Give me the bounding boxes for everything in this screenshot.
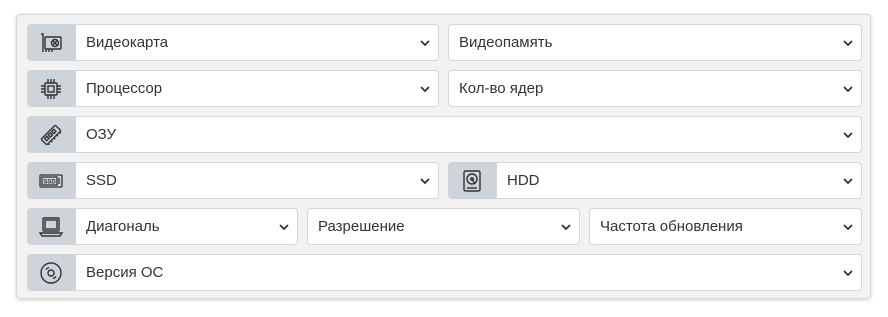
cores-select[interactable]: Кол-во ядер — [448, 70, 862, 107]
cores-select-label: Кол-во ядер — [459, 80, 544, 97]
gpu-select-label: Видеокарта — [86, 34, 169, 51]
video-memory-select[interactable]: Видеопамять — [448, 24, 862, 61]
chevron-down-icon — [843, 270, 853, 277]
refresh-rate-select-label: Частота обновления — [600, 218, 743, 235]
diagonal-select[interactable]: Диагональ — [75, 208, 298, 245]
ssd-icon: SSD — [27, 162, 75, 199]
chevron-down-icon — [843, 224, 853, 231]
cpu-select-label: Процессор — [86, 80, 163, 97]
os-version-select[interactable]: Версия ОС — [75, 254, 862, 291]
refresh-rate-select[interactable]: Частота обновления — [589, 208, 862, 245]
chevron-down-icon — [561, 224, 571, 231]
ram-select[interactable]: ОЗУ — [75, 116, 862, 153]
resolution-select-label: Разрешение — [318, 218, 405, 235]
ssd-badge-text: SSD — [43, 179, 56, 185]
chevron-down-icon — [420, 86, 430, 93]
chevron-down-icon — [279, 224, 289, 231]
hdd-select-label: HDD — [507, 172, 540, 189]
diagonal-select-label: Диагональ — [86, 218, 160, 235]
chevron-down-icon — [420, 40, 430, 47]
chevron-down-icon — [843, 40, 853, 47]
chevron-down-icon — [843, 132, 853, 139]
cpu-row: Процессор Кол-во ядер — [27, 70, 862, 107]
hdd-select[interactable]: HDD — [496, 162, 862, 199]
filter-panel: Видеокарта Видеопамять Процессор Кол-во … — [16, 14, 871, 299]
ssd-select[interactable]: SSD — [75, 162, 439, 199]
cpu-chip-icon — [27, 70, 75, 107]
cpu-select[interactable]: Процессор — [75, 70, 439, 107]
video-memory-select-label: Видеопамять — [459, 34, 553, 51]
chevron-down-icon — [420, 178, 430, 185]
display-row: Диагональ Разрешение Частота обновления — [27, 208, 862, 245]
video-card-icon — [27, 24, 75, 61]
storage-row: SSD SSD HDD — [27, 162, 862, 199]
ram-select-label: ОЗУ — [86, 126, 117, 143]
chevron-down-icon — [843, 86, 853, 93]
ram-stick-icon — [27, 116, 75, 153]
gpu-row: Видеокарта Видеопамять — [27, 24, 862, 61]
laptop-icon — [27, 208, 75, 245]
hdd-icon — [448, 162, 496, 199]
ssd-select-label: SSD — [86, 172, 117, 189]
resolution-select[interactable]: Разрешение — [307, 208, 580, 245]
os-row: Версия ОС — [27, 254, 862, 291]
chevron-down-icon — [843, 178, 853, 185]
os-version-select-label: Версия ОС — [86, 264, 164, 281]
disc-icon — [27, 254, 75, 291]
ram-row: ОЗУ — [27, 116, 862, 153]
gpu-select[interactable]: Видеокарта — [75, 24, 439, 61]
